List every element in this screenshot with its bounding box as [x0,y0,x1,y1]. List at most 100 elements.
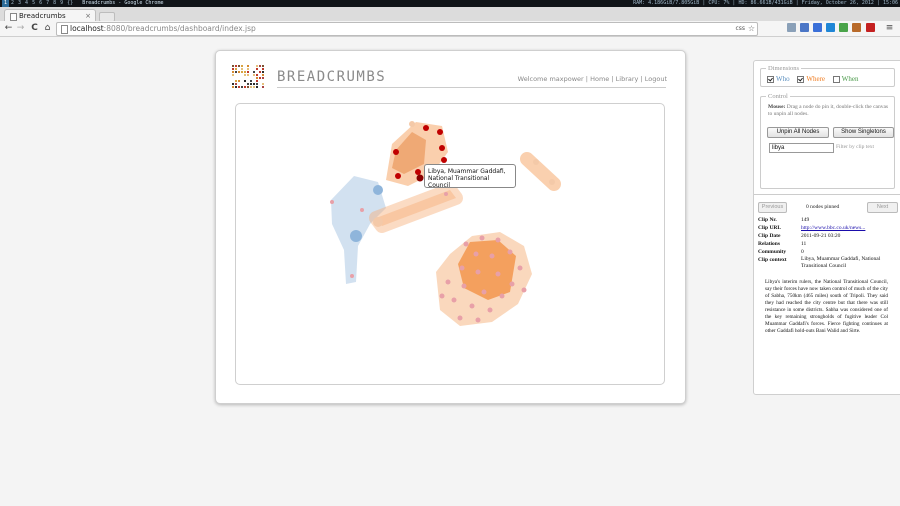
graph-canvas[interactable]: Libya, Muammar Gaddafi, National Transit… [235,103,665,385]
dimension-when[interactable]: When [832,75,858,83]
detail-value: Libya, Muammar Gaddafi, National Transit… [801,256,881,269]
when-checkbox[interactable] [832,75,840,83]
graph-node[interactable] [330,200,334,204]
extension-icon-d[interactable] [826,23,835,32]
graph-node[interactable] [441,157,447,163]
forward-icon[interactable]: → [15,22,26,34]
graph-node[interactable] [509,281,515,287]
graph-node[interactable] [437,129,443,135]
extension-icon-f[interactable] [852,23,861,32]
graph-node[interactable] [423,125,429,131]
graph-node[interactable] [507,249,513,255]
logout-link[interactable]: Logout [645,75,667,83]
graph-node[interactable] [451,297,457,303]
graph-node[interactable] [409,121,415,127]
graph-node[interactable] [481,289,487,295]
calendar-icon[interactable] [813,23,822,32]
workspace-4[interactable]: 4 [23,0,30,7]
graph-node[interactable] [393,149,399,155]
previous-button[interactable]: Previous [758,202,787,213]
home-icon[interactable]: ⌂ [42,22,53,34]
workspace-6[interactable]: 6 [37,0,44,7]
graph-node[interactable] [415,169,421,175]
graph-node[interactable] [395,173,401,179]
workspace-5[interactable]: 5 [30,0,37,7]
workspace-2[interactable]: 2 [9,0,16,7]
graph-node[interactable] [439,145,445,151]
graph-node[interactable] [495,237,501,243]
graph-node[interactable] [373,217,383,227]
extension-icon-a[interactable] [787,23,796,32]
address-url: localhost:8080/breadcrumbs/dashboard/ind… [70,23,256,35]
graph-node[interactable] [459,265,465,271]
logo-dot [241,68,243,70]
css-badge[interactable]: css [735,23,745,35]
graph-node[interactable] [533,159,539,165]
graph-node[interactable] [487,307,493,313]
dimension-where[interactable]: Where [797,75,825,83]
logo-dot [232,83,234,85]
graph-node[interactable] [499,293,505,299]
graph-node[interactable] [495,271,501,277]
detail-key: Clip Date [758,233,781,239]
logo-dot [247,71,249,73]
address-bar[interactable]: localhost:8080/breadcrumbs/dashboard/ind… [56,22,758,36]
graph-node[interactable] [373,185,383,195]
graph-node[interactable] [463,241,469,247]
clip-url-link[interactable]: http://www.bbc.co.uk/news... [801,224,865,232]
workspace-1[interactable]: 1 [2,0,10,7]
graph-node[interactable] [549,179,555,185]
who-checkbox[interactable] [767,75,774,83]
graph-node[interactable] [360,208,364,212]
graph-node[interactable] [517,265,523,271]
logo-dot [259,77,261,79]
graph-node[interactable] [445,279,451,285]
back-icon[interactable]: ← [3,22,14,34]
graph-svg[interactable] [236,104,664,384]
nav-separator: | [611,75,614,83]
workspace-7[interactable]: 7 [44,0,51,7]
dimension-who[interactable]: Who [767,75,790,83]
workspace-braces[interactable]: {} [65,0,75,7]
graph-node[interactable] [473,251,479,257]
graph-node[interactable] [489,253,495,259]
graph-node[interactable] [416,174,424,182]
logo-dot [232,68,234,70]
graph-node[interactable] [439,293,445,299]
logo-dot [244,80,246,82]
reload-icon[interactable]: C [29,22,40,34]
detail-key: Clip context [758,257,787,263]
graph-node[interactable] [350,274,354,278]
bookmark-star-icon[interactable]: ☆ [748,23,755,35]
unpin-all-nodes-button[interactable]: Unpin All Nodes [767,127,829,138]
extension-icon-e[interactable] [839,23,848,32]
show-singletons-button[interactable]: Show Singletons [833,127,894,138]
graph-node[interactable] [444,192,448,196]
logo-dot [235,68,237,70]
graph-node[interactable] [350,230,362,242]
graph-node[interactable] [479,235,485,241]
graph-node[interactable] [475,269,481,275]
logo-dot [262,86,264,88]
graph-node[interactable] [521,287,527,293]
graph-node[interactable] [475,317,481,323]
workspace-9[interactable]: 9 [58,0,65,7]
dimensions-legend: Dimensions [768,65,800,72]
clip-filter-input[interactable]: libya [769,143,834,153]
library-link[interactable]: Library [616,75,639,83]
extension-icon-g[interactable] [866,23,875,32]
graph-node[interactable] [461,283,467,289]
chrome-menu-icon[interactable]: ≡ [884,22,895,34]
graph-node[interactable] [469,303,475,309]
brand-divider [277,87,666,88]
clip-details: Clip Nr. 149 Clip URL http://www.bbc.co.uk… [758,216,894,271]
workspace-8[interactable]: 8 [51,0,58,7]
workspace-3[interactable]: 3 [16,0,23,7]
gmail-icon[interactable] [800,23,809,32]
logo-dot [232,65,234,67]
home-link[interactable]: Home [590,75,609,83]
logo-dot [238,71,240,73]
graph-node[interactable] [457,315,463,321]
next-button[interactable]: Next [867,202,898,213]
where-checkbox[interactable] [797,75,805,83]
